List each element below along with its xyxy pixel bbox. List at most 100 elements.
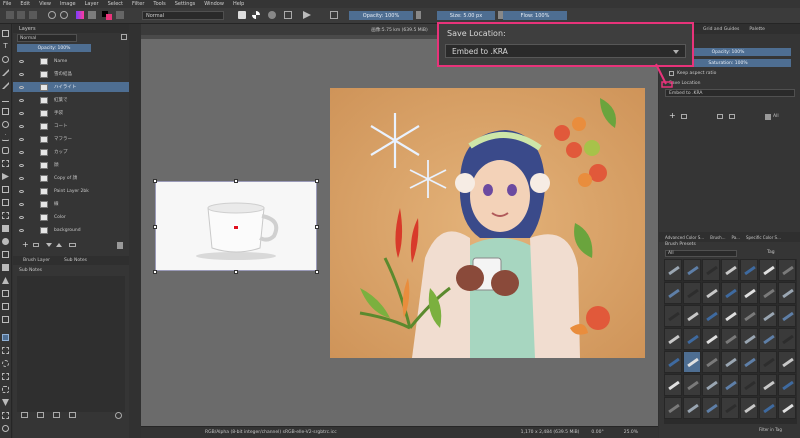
polygon-select-icon[interactable] [2,373,9,380]
contiguous-select-icon[interactable] [2,399,9,406]
ellipse-select-icon[interactable] [2,360,9,367]
brush-preset-cell[interactable] [759,397,777,419]
zoom-text[interactable]: 25.0% [624,430,638,435]
add-reference-icon[interactable]: + [669,112,676,120]
ellipse-tool-icon[interactable] [2,121,9,128]
tab-specific-color[interactable]: Specific Color S... [746,235,781,240]
brush-preset-cell[interactable] [740,351,758,373]
mirror-vertical-icon[interactable] [330,11,338,19]
brush-preset-cell[interactable] [778,282,796,304]
visibility-eye-icon[interactable] [19,228,24,232]
brush-preset-cell[interactable] [664,328,682,350]
menu-view[interactable]: View [39,1,51,7]
text-tool-icon[interactable]: T [2,43,9,50]
visibility-eye-icon[interactable] [19,137,24,141]
brush-preset-cell[interactable] [683,374,701,396]
tab-advanced-color[interactable]: Advanced Color S... [665,235,704,240]
line-tool-icon[interactable] [2,95,9,102]
open-reference-icon[interactable] [681,114,687,119]
handle-left[interactable] [153,225,157,229]
brush-preset-cell[interactable] [664,397,682,419]
multibrush-icon[interactable] [2,173,9,180]
reference-tool-icon[interactable] [2,316,9,323]
brush-preset-cell[interactable] [721,328,739,350]
blend-mode-select[interactable]: Normal [142,11,224,20]
tab-palette[interactable]: Palette [749,27,765,32]
handle-bottom[interactable] [234,270,238,274]
brush-preset-cell[interactable] [778,259,796,281]
gradient-icon[interactable] [76,11,84,19]
brush-size-slider[interactable]: Size: 5.00 px [437,11,495,20]
layer-row[interactable]: Paint Layer 2bk [13,186,129,196]
visibility-eye-icon[interactable] [19,176,24,180]
freehand-select-icon[interactable] [2,386,9,393]
colorize-mask-icon[interactable] [2,251,9,258]
notes-import-icon[interactable] [53,412,60,418]
brush-preset-cell[interactable] [740,282,758,304]
visibility-eye-icon[interactable] [19,124,24,128]
brush-preset-cell[interactable] [740,305,758,327]
visibility-eye-icon[interactable] [19,98,24,102]
brush-preset-cell[interactable] [740,397,758,419]
brush-preset-cell[interactable] [702,305,720,327]
duplicate-layer-icon[interactable] [33,243,39,247]
reference-image[interactable] [155,181,317,271]
brush-preset-cell[interactable] [778,397,796,419]
layer-row[interactable]: Color [13,212,129,222]
similar-select-icon[interactable] [2,412,9,419]
brush-preset-cell[interactable] [683,282,701,304]
brush-preset-cell[interactable] [664,351,682,373]
filter-in-tag-label[interactable]: Filter in Tag [759,427,782,432]
layer-row[interactable]: 雪の結晶 [13,69,129,79]
layer-row[interactable]: Copy of 顔 [13,173,129,183]
brush-preset-cell[interactable] [778,351,796,373]
brush-preset-cell[interactable] [683,305,701,327]
visibility-eye-icon[interactable] [19,72,24,76]
brush-preset-cell[interactable] [664,374,682,396]
brush-preset-cell[interactable] [702,351,720,373]
brush-preset-cell[interactable] [721,374,739,396]
save-location-select-small[interactable]: Embed to .KRA [665,89,795,97]
open-document-icon[interactable] [17,11,25,19]
crop-tool-icon[interactable] [2,212,9,219]
brush-preset-cell[interactable] [740,259,758,281]
brush-preset-cell[interactable] [778,328,796,350]
tab-grid-guides[interactable]: Grid and Guides [703,27,739,32]
layer-row[interactable]: マフラー [13,134,129,144]
move-layer-down-icon[interactable] [46,243,52,247]
handle-top[interactable] [234,179,238,183]
brush-preset-cell[interactable] [702,374,720,396]
move-layer-up-icon[interactable] [56,243,62,247]
new-document-icon[interactable] [6,11,14,19]
preserve-alpha-icon[interactable] [268,11,276,19]
handle-right[interactable] [315,225,319,229]
move-tool-icon[interactable] [2,199,9,206]
brush-preset-cell[interactable] [759,351,777,373]
edit-shapes-icon[interactable] [2,56,9,63]
delete-reference-icon[interactable] [765,114,771,120]
layer-row[interactable]: カップ [13,147,129,157]
brush-preset-cell[interactable] [702,259,720,281]
brush-preset-cell[interactable] [702,282,720,304]
brush-preset-cell[interactable] [664,259,682,281]
layer-row[interactable]: 手袋 [13,108,129,118]
undo-icon[interactable] [48,11,56,19]
brush-preset-cell[interactable] [721,259,739,281]
measure-tool-icon[interactable] [2,303,9,310]
opacity-slider[interactable]: Opacity: 100% [349,11,413,20]
brush-preset-cell[interactable] [721,305,739,327]
eraser-icon[interactable] [238,11,246,19]
menu-settings[interactable]: Settings [175,1,196,7]
notes-area[interactable] [17,276,125,412]
layer-blend-select[interactable]: Normal [17,34,77,42]
layer-row[interactable]: 顔 [13,160,129,170]
menu-window[interactable]: Window [204,1,224,7]
layer-row[interactable]: コート [13,121,129,131]
handle-top-right[interactable] [315,179,319,183]
menu-file[interactable]: File [3,1,11,7]
pattern-icon[interactable] [88,11,96,19]
brush-preset-cell[interactable] [664,305,682,327]
brush-preset-cell[interactable] [721,351,739,373]
brush-preset-cell[interactable] [683,351,701,373]
brush-preset-cell[interactable] [778,305,796,327]
